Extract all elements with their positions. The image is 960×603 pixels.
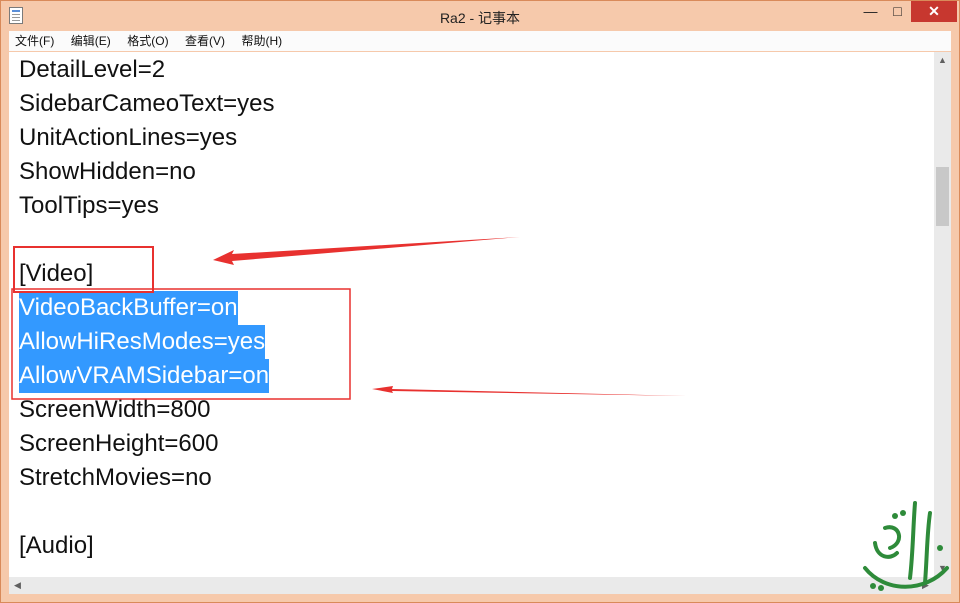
notepad-window: Ra2 - 记事本 — □ ✕ 文件(F) 编辑(E) 格式(O) 查看(V) … (0, 0, 960, 603)
vertical-scroll-thumb[interactable] (936, 167, 949, 226)
menu-format[interactable]: 格式(O) (121, 31, 174, 51)
horizontal-scrollbar[interactable]: ◀ ▶ (9, 577, 934, 594)
menu-file[interactable]: 文件(F) (9, 31, 60, 51)
window-title: Ra2 - 记事本 (439, 10, 521, 26)
minimize-button[interactable]: — (857, 1, 884, 22)
menu-bar: 文件(F) 编辑(E) 格式(O) 查看(V) 帮助(H) (9, 31, 951, 51)
text-line[interactable]: UnitActionLines=yes (19, 121, 237, 155)
text-line[interactable]: StretchMovies=no (19, 461, 212, 495)
menu-view[interactable]: 查看(V) (179, 31, 231, 51)
text-line[interactable]: ScreenWidth=800 (19, 393, 210, 427)
text-line[interactable]: [Video] (19, 257, 93, 291)
scroll-up-icon[interactable]: ▲ (934, 52, 951, 69)
text-line[interactable]: ScreenHeight=600 (19, 427, 218, 461)
text-editor-area[interactable]: DetailLevel=2 SidebarCameoText=yes UnitAct… (9, 52, 934, 577)
maximize-button[interactable]: □ (884, 1, 911, 22)
selected-text-line[interactable]: AllowHiResModes=yes (19, 325, 266, 359)
text-line[interactable]: [Audio] (19, 529, 94, 563)
selected-text-line[interactable]: AllowVRAMSidebar=on (19, 359, 270, 393)
text-line[interactable]: ShowHidden=no (19, 155, 196, 189)
close-button[interactable]: ✕ (911, 1, 957, 22)
text-line[interactable]: DetailLevel=2 (19, 53, 165, 87)
menu-help[interactable]: 帮助(H) (235, 31, 288, 51)
selected-text-line[interactable]: VideoBackBuffer=on (19, 291, 238, 325)
text-line[interactable]: SidebarCameoText=yes (19, 87, 274, 121)
menu-edit[interactable]: 编辑(E) (65, 31, 117, 51)
scroll-left-icon[interactable]: ◀ (9, 577, 26, 594)
arabic-calligraphy-logo (863, 501, 949, 591)
title-bar[interactable]: Ra2 - 记事本 — □ ✕ (1, 1, 959, 31)
text-line[interactable]: ToolTips=yes (19, 189, 159, 223)
